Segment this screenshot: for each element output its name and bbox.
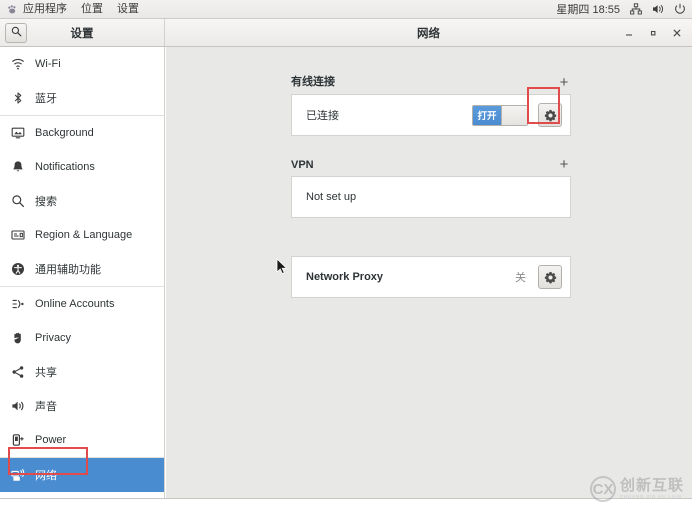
gear-icon	[544, 109, 557, 122]
network-proxy-settings-button[interactable]	[538, 265, 562, 289]
sidebar-item-label: Privacy	[35, 332, 72, 344]
network-proxy-status: 关	[515, 272, 526, 284]
sidebar-item-label: Notifications	[35, 161, 95, 173]
sidebar-item-label: 共享	[35, 367, 57, 379]
vpn-status-label: Not set up	[306, 191, 357, 203]
wired-connection-row: 已连接 打开	[292, 95, 570, 135]
sidebar-item-search[interactable]: 搜索	[0, 184, 164, 218]
vpn-section-header: VPN +	[291, 153, 571, 172]
network-proxy-section: Network Proxy 关	[291, 256, 571, 298]
sidebar-header: 设置	[0, 19, 165, 46]
network-icon	[10, 467, 26, 483]
network-settings-panel: 有线连接 + 已连接 打开 VPN + Not set up Network P…	[166, 47, 692, 498]
sidebar-item-label: 通用辅助功能	[35, 264, 101, 276]
sidebar-item-label: Wi-Fi	[35, 58, 61, 70]
network-proxy-label: Network Proxy	[306, 271, 384, 283]
sidebar-item-label: 蓝牙	[35, 93, 57, 105]
sound-icon	[10, 398, 26, 414]
network-icon[interactable]	[629, 3, 642, 16]
top-bar-menu-label: 应用程序	[23, 2, 67, 15]
network-proxy-card: Network Proxy 关	[291, 256, 571, 298]
background-icon	[10, 125, 26, 141]
window-title: 网络	[417, 27, 440, 40]
sidebar-item-bluetooth[interactable]: 蓝牙	[0, 81, 164, 115]
top-bar-menus: 应用程序 位置 设置	[0, 0, 139, 19]
search-icon	[10, 193, 26, 209]
settings-sidebar[interactable]: Wi-Fi 蓝牙 Background Notifications 搜索 Reg…	[0, 47, 165, 498]
window-header-bar: 设置 网络	[0, 19, 692, 47]
minimize-icon[interactable]	[618, 22, 640, 44]
power-icon[interactable]	[673, 3, 686, 16]
vpn-row: Not set up	[292, 177, 570, 217]
add-vpn-button[interactable]: +	[557, 157, 571, 172]
share-icon	[10, 364, 26, 380]
online-accounts-icon	[10, 296, 26, 312]
search-button[interactable]	[5, 22, 27, 43]
sidebar-item-region-language[interactable]: Region & Language	[0, 218, 164, 252]
sidebar-item-background[interactable]: Background	[0, 116, 164, 150]
wifi-icon	[10, 56, 26, 72]
bell-icon	[10, 159, 26, 175]
top-bar-places-menu[interactable]: 位置	[81, 0, 103, 19]
gear-icon	[544, 271, 557, 284]
sidebar-item-accessibility[interactable]: 通用辅助功能	[0, 252, 164, 286]
vpn-section-title: VPN	[291, 159, 314, 171]
sidebar-item-power[interactable]: Power	[0, 423, 164, 457]
sidebar-item-label: Background	[35, 127, 94, 139]
wired-section: 有线连接 + 已连接 打开	[291, 71, 571, 136]
top-bar-applications-menu[interactable]: 应用程序	[7, 0, 67, 19]
privacy-hand-icon	[10, 330, 26, 346]
sidebar-item-label: Online Accounts	[35, 298, 115, 310]
sidebar-item-label: 网络	[35, 470, 57, 482]
bluetooth-icon	[10, 90, 26, 106]
wired-settings-button[interactable]	[538, 103, 562, 127]
window-controls[interactable]	[618, 22, 688, 44]
wired-card: 已连接 打开	[291, 94, 571, 136]
gnome-top-bar: 应用程序 位置 设置 星期四 18:55	[0, 0, 692, 19]
network-proxy-row: Network Proxy 关	[292, 257, 570, 297]
sidebar-item-sharing[interactable]: 共享	[0, 355, 164, 389]
sidebar-item-label: Region & Language	[35, 229, 133, 241]
sidebar-item-label: 搜索	[35, 196, 57, 208]
vpn-section: VPN + Not set up	[291, 153, 571, 218]
vpn-card: Not set up	[291, 176, 571, 218]
gnome-foot-icon	[7, 4, 18, 15]
maximize-icon[interactable]	[642, 22, 664, 44]
top-bar-settings-menu[interactable]: 设置	[117, 0, 139, 19]
sidebar-item-label: Power	[35, 434, 67, 446]
top-bar-clock[interactable]: 星期四 18:55	[556, 1, 620, 17]
sidebar-item-sound[interactable]: 声音	[0, 389, 164, 423]
sidebar-item-online-accounts[interactable]: Online Accounts	[0, 287, 164, 321]
desktop-background	[0, 498, 692, 509]
volume-icon[interactable]	[651, 3, 664, 16]
accessibility-icon	[10, 261, 26, 277]
sidebar-item-privacy[interactable]: Privacy	[0, 321, 164, 355]
sidebar-item-label: 声音	[35, 401, 57, 413]
wired-section-title: 有线连接	[291, 76, 335, 88]
language-icon	[10, 227, 26, 243]
sidebar-item-notifications[interactable]: Notifications	[0, 150, 164, 184]
wired-status-label: 已连接	[306, 110, 339, 122]
content-header: 网络	[165, 19, 692, 46]
power-plug-icon	[10, 432, 26, 448]
settings-window: 设置 网络 Wi-Fi 蓝牙 Background Notifications …	[0, 19, 692, 498]
wired-section-header: 有线连接 +	[291, 71, 571, 90]
wired-toggle-knob[interactable]	[501, 105, 527, 125]
wired-toggle-on-label: 打开	[473, 105, 501, 125]
sidebar-item-network[interactable]: 网络	[0, 458, 164, 492]
mouse-cursor	[276, 258, 288, 279]
add-wired-connection-button[interactable]: +	[557, 75, 571, 90]
search-icon	[11, 26, 22, 40]
close-icon[interactable]	[666, 22, 688, 44]
top-bar-status-area[interactable]: 星期四 18:55	[556, 1, 686, 17]
wired-toggle-switch[interactable]: 打开	[472, 104, 528, 126]
sidebar-item-wifi[interactable]: Wi-Fi	[0, 47, 164, 81]
